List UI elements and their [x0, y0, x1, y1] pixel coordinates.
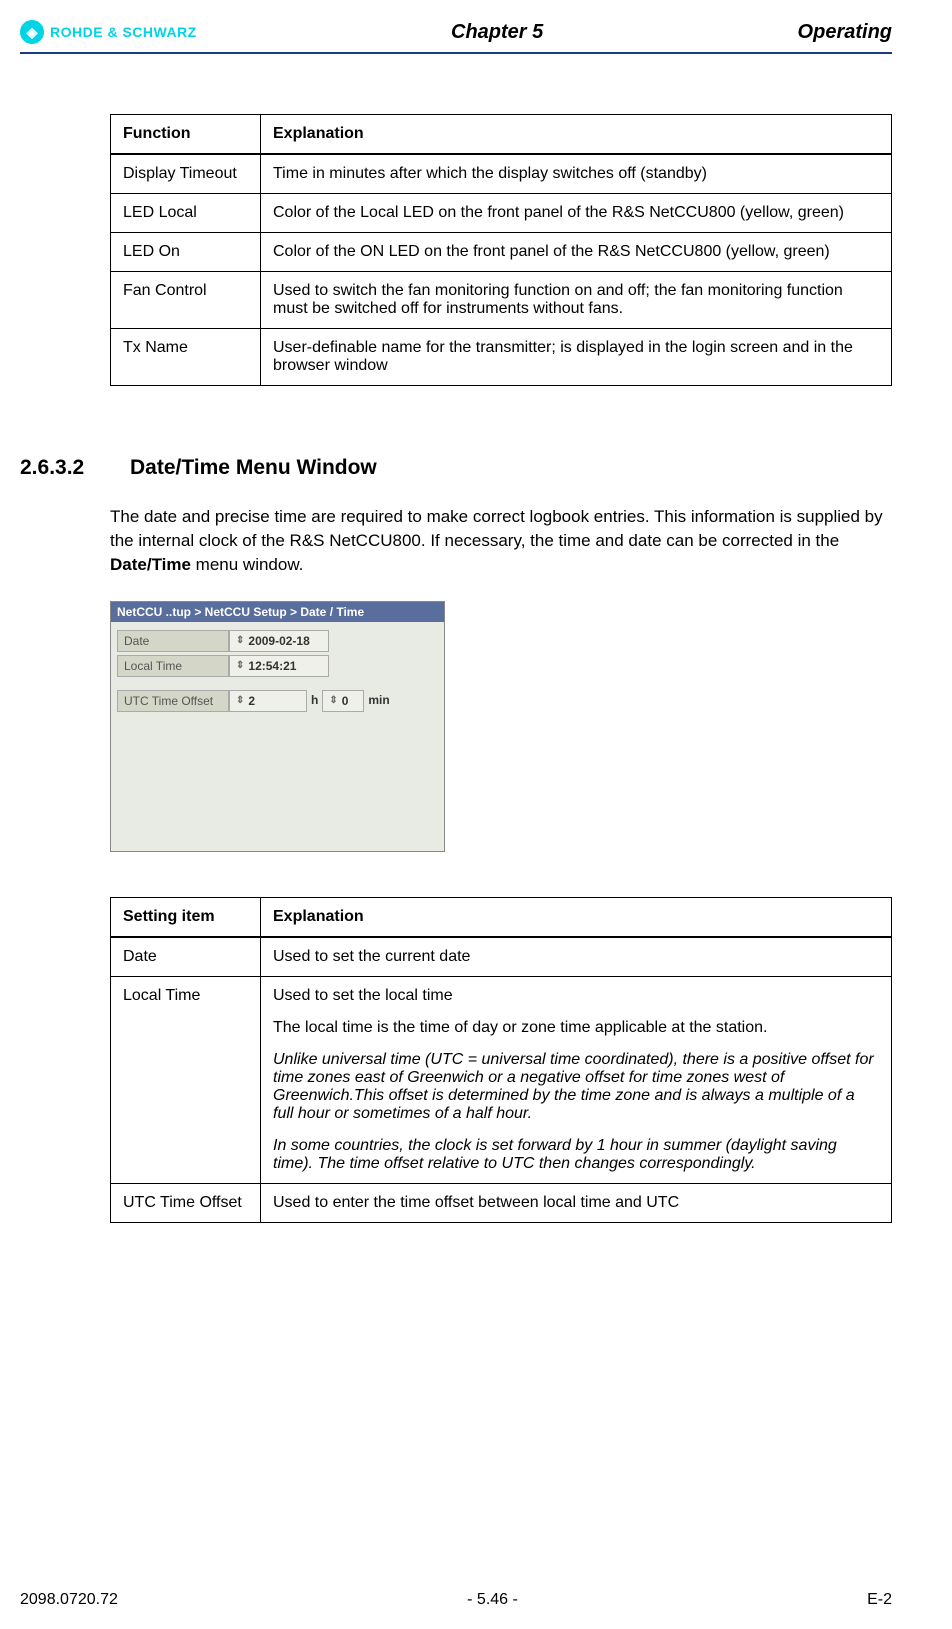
table1-header-function: Function [111, 115, 261, 155]
hours-unit: h [307, 690, 322, 712]
screenshot-titlebar: NetCCU ..tup > NetCCU Setup > Date / Tim… [111, 602, 444, 622]
setting-cell: Local Time [111, 977, 261, 1184]
setting-cell: UTC Time Offset [111, 1184, 261, 1223]
utc-minutes-value: ⇕ 0 [322, 690, 364, 712]
explanation-cell: Used to enter the time offset between lo… [261, 1184, 892, 1223]
function-cell: Tx Name [111, 329, 261, 386]
table-row: Date Used to set the current date [111, 937, 892, 977]
function-cell: Display Timeout [111, 154, 261, 194]
section-label: Operating [798, 21, 892, 44]
date-label: Date [117, 630, 229, 652]
function-cell: LED On [111, 233, 261, 272]
table2-header-explanation: Explanation [261, 898, 892, 938]
section-paragraph: The date and precise time are required t… [110, 505, 892, 576]
spinner-icon: ⇕ [236, 661, 244, 671]
utc-hours-value: ⇕ 2 [229, 690, 307, 712]
utc-offset-label: UTC Time Offset [117, 690, 229, 712]
localtime-label: Local Time [117, 655, 229, 677]
page-header: ◈ ROHDE & SCHWARZ Chapter 5 Operating [20, 20, 892, 54]
date-value: ⇕ 2009-02-18 [229, 630, 329, 652]
explanation-cell: Used to switch the fan monitoring functi… [261, 272, 892, 329]
footer-right: E-2 [867, 1591, 892, 1609]
explanation-cell: Used to set the current date [261, 937, 892, 977]
minutes-unit: min [364, 690, 393, 712]
section-number: 2.6.3.2 [20, 456, 100, 480]
explanation-cell: Used to set the local time The local tim… [261, 977, 892, 1184]
table1-header-explanation: Explanation [261, 115, 892, 155]
datetime-screenshot: NetCCU ..tup > NetCCU Setup > Date / Tim… [110, 601, 445, 852]
logo-text: ROHDE & SCHWARZ [50, 24, 197, 40]
table-row: Display Timeout Time in minutes after wh… [111, 154, 892, 194]
function-table: Function Explanation Display Timeout Tim… [110, 114, 892, 386]
explanation-cell: Time in minutes after which the display … [261, 154, 892, 194]
table-row: Tx Name User-definable name for the tran… [111, 329, 892, 386]
page-footer: 2098.0720.72 - 5.46 - E-2 [20, 1591, 892, 1609]
section-heading: 2.6.3.2 Date/Time Menu Window [20, 456, 892, 480]
function-cell: LED Local [111, 194, 261, 233]
explanation-cell: User-definable name for the transmitter;… [261, 329, 892, 386]
logo-icon: ◈ [20, 20, 44, 44]
table-row: LED Local Color of the Local LED on the … [111, 194, 892, 233]
setting-cell: Date [111, 937, 261, 977]
footer-center: - 5.46 - [467, 1591, 518, 1609]
localtime-value: ⇕ 12:54:21 [229, 655, 329, 677]
table2-header-setting: Setting item [111, 898, 261, 938]
settings-table: Setting item Explanation Date Used to se… [110, 897, 892, 1223]
spinner-icon: ⇕ [329, 696, 337, 706]
chapter-label: Chapter 5 [451, 21, 543, 44]
footer-left: 2098.0720.72 [20, 1591, 118, 1609]
spinner-icon: ⇕ [236, 696, 244, 706]
spinner-icon: ⇕ [236, 636, 244, 646]
table-row: Fan Control Used to switch the fan monit… [111, 272, 892, 329]
brand-logo: ◈ ROHDE & SCHWARZ [20, 20, 197, 44]
explanation-cell: Color of the ON LED on the front panel o… [261, 233, 892, 272]
table-row: LED On Color of the ON LED on the front … [111, 233, 892, 272]
section-title: Date/Time Menu Window [130, 456, 377, 480]
function-cell: Fan Control [111, 272, 261, 329]
table-row: Local Time Used to set the local time Th… [111, 977, 892, 1184]
explanation-cell: Color of the Local LED on the front pane… [261, 194, 892, 233]
table-row: UTC Time Offset Used to enter the time o… [111, 1184, 892, 1223]
